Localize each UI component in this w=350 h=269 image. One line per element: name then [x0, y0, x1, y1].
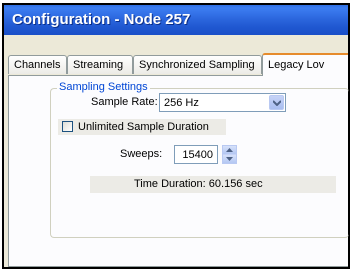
unlimited-duration-checkbox[interactable]	[62, 121, 73, 132]
caret-down-icon[interactable]	[223, 155, 236, 163]
time-duration-text: Time Duration: 60.156 sec	[134, 178, 263, 190]
tab-label: Synchronized Sampling	[139, 59, 255, 71]
unlimited-duration-row: Unlimited Sample Duration	[58, 119, 226, 135]
tab-channels[interactable]: Channels	[8, 55, 67, 74]
sweeps-value: 15400	[182, 149, 213, 161]
title-bar[interactable]: Configuration - Node 257	[4, 5, 348, 35]
tab-streaming[interactable]: Streaming	[67, 55, 133, 74]
tab-label: Legacy Lov	[268, 59, 325, 71]
chevron-down-icon[interactable]	[269, 95, 284, 110]
tab-synchronized-sampling[interactable]: Synchronized Sampling	[133, 55, 262, 74]
sample-rate-label: Sample Rate:	[91, 96, 158, 108]
group-title: Sampling Settings	[57, 81, 150, 93]
time-duration-field: Time Duration: 60.156 sec	[90, 176, 336, 193]
tab-legacy-low[interactable]: Legacy Lov	[262, 53, 348, 76]
caret-up-icon[interactable]	[223, 146, 236, 154]
sweeps-spinner[interactable]	[222, 145, 237, 164]
sample-rate-select[interactable]: 256 Hz	[159, 93, 286, 112]
unlimited-duration-label: Unlimited Sample Duration	[78, 121, 209, 133]
tab-label: Streaming	[73, 59, 124, 71]
window-title: Configuration - Node 257	[12, 11, 191, 28]
sample-rate-value: 256 Hz	[164, 97, 199, 109]
tab-label: Channels	[14, 59, 61, 71]
sweeps-label: Sweeps:	[120, 148, 163, 160]
sweeps-input[interactable]: 15400	[174, 145, 218, 164]
